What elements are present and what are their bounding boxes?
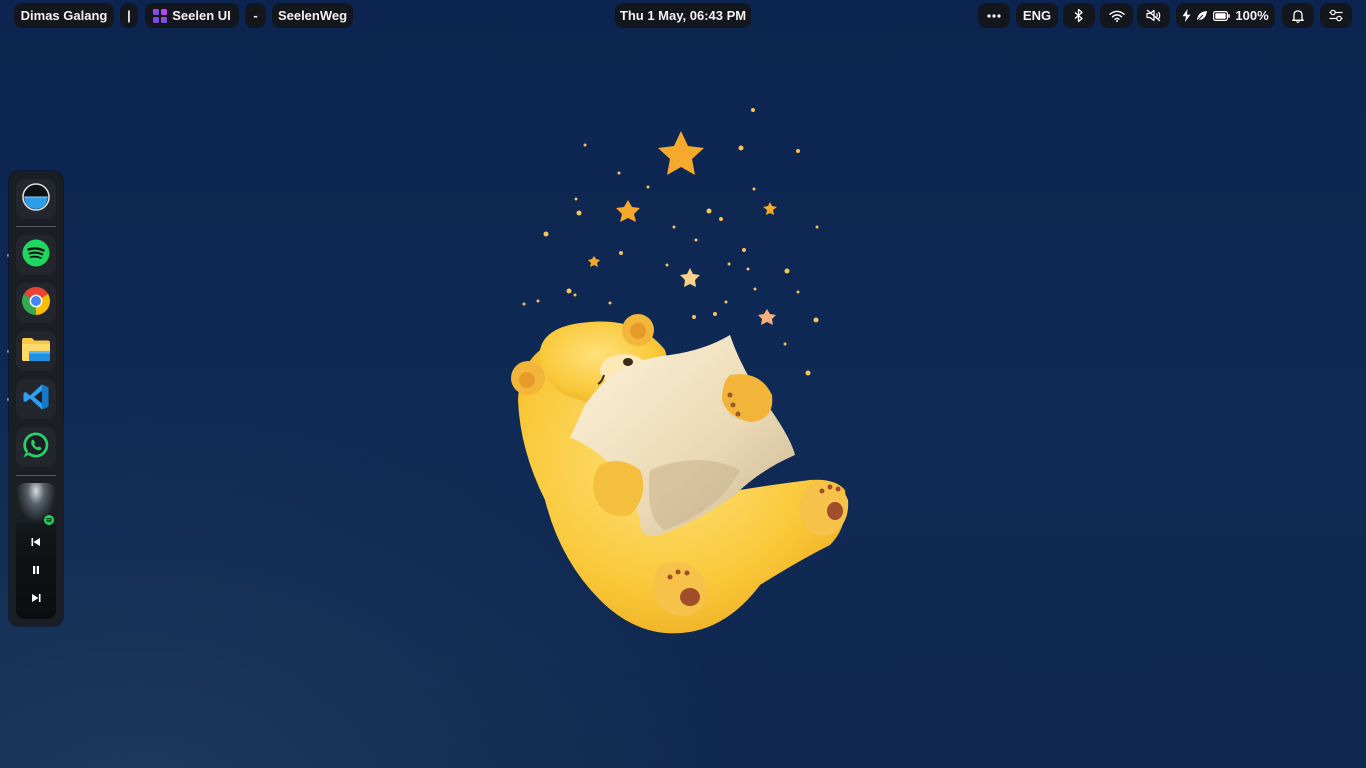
app-name: Seelen UI [172,8,231,23]
dock-item-chrome[interactable] [16,283,56,323]
dash-pill: - [245,3,266,28]
launcher-icon [22,182,50,216]
dock-item-spotify[interactable] [16,235,56,275]
dock-item-vscode[interactable] [16,379,56,419]
language: ENG [1022,8,1052,23]
dock-separator-top [16,226,56,227]
wifi-button[interactable] [1100,3,1133,28]
bell-icon [1292,9,1304,23]
sliders-icon [1329,9,1343,22]
bluetooth-button[interactable] [1063,3,1095,28]
wifi-icon [1108,10,1125,22]
user-name-pill[interactable]: Dimas Galang [14,3,114,28]
previous-icon [31,534,41,552]
dock-item-file-explorer[interactable] [16,331,56,371]
dock-item-whatsapp[interactable] [16,427,56,467]
dock-item-launcher[interactable] [16,179,56,219]
chrome-icon [22,286,50,320]
active-app-pill[interactable]: Seelen UI [145,3,239,28]
volume-muted-icon [1145,9,1162,22]
battery-icon [1213,10,1231,21]
more-button[interactable] [978,3,1010,28]
dock [9,171,63,626]
dash: - [253,8,258,23]
next-button[interactable] [26,589,46,609]
whatsapp-icon [22,431,50,464]
spotify-icon [22,239,50,272]
power-status-button[interactable]: 100% [1176,3,1275,28]
dock-separator-bottom [16,475,56,476]
charging-bolt-icon [1182,9,1191,22]
seelen-ui-logo-icon [153,8,168,23]
window-title: SeelenWeg [277,8,348,23]
wallpaper-bear-illustration [480,95,880,655]
separator-pill: | [120,3,138,28]
window-title-pill[interactable]: SeelenWeg [272,3,353,28]
media-player[interactable] [16,483,56,619]
file-explorer-icon [21,336,51,367]
next-icon [31,590,41,608]
separator: | [127,8,131,23]
previous-button[interactable] [26,533,46,553]
pause-icon [31,562,41,580]
pause-button[interactable] [26,561,46,581]
vscode-icon [22,383,50,416]
language-button[interactable]: ENG [1016,3,1058,28]
volume-button[interactable] [1137,3,1170,28]
ellipsis-icon [987,13,1001,18]
datetime: Thu 1 May, 06:43 PM [619,8,747,23]
media-source-spotify-icon [44,512,54,530]
quick-settings-button[interactable] [1320,3,1352,28]
bluetooth-icon [1074,9,1084,22]
user-name: Dimas Galang [20,8,108,23]
datetime-pill[interactable]: Thu 1 May, 06:43 PM [615,3,751,28]
leaf-icon [1196,10,1208,22]
notifications-button[interactable] [1282,3,1314,28]
battery-percent: 100% [1235,8,1269,23]
